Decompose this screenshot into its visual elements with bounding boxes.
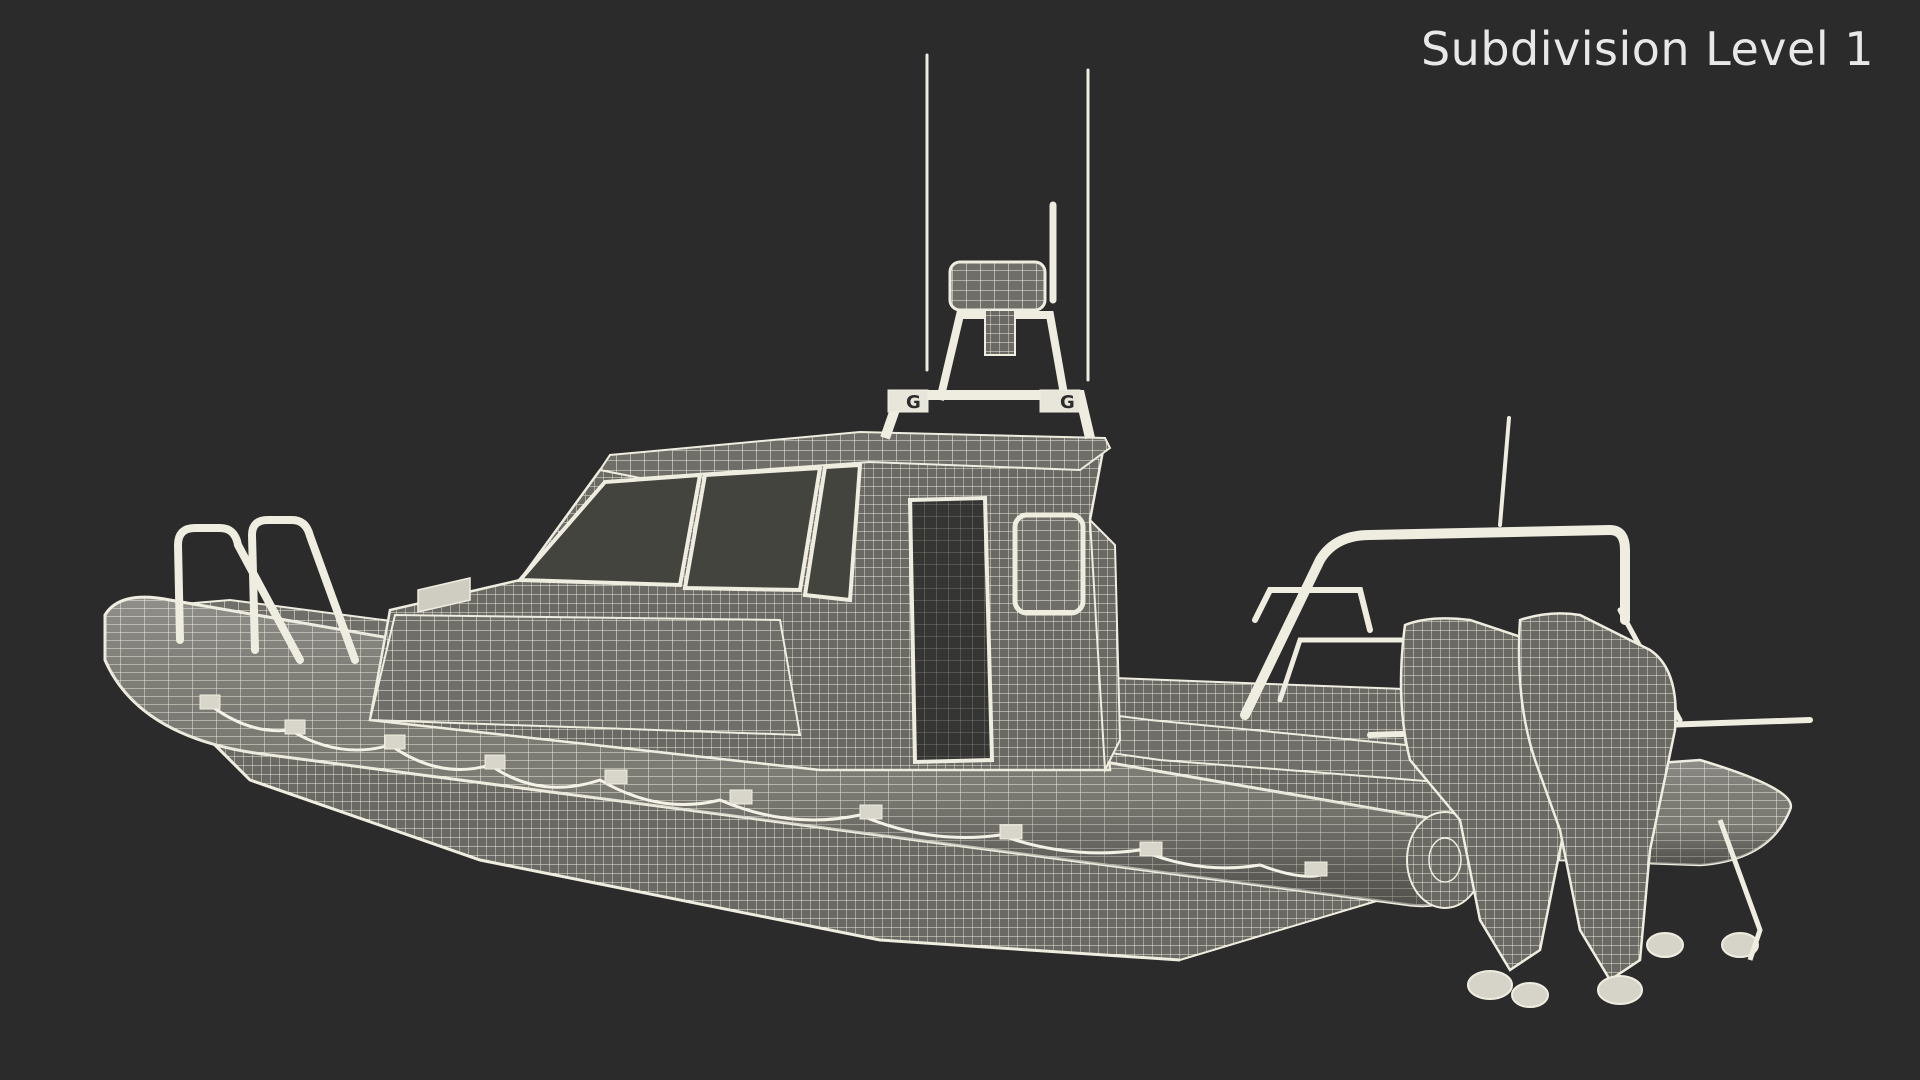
boat-wireframe-render: G G — [103, 53, 1813, 1008]
radar-arch: G G — [880, 260, 1095, 440]
logo-mark-left: G — [906, 392, 921, 413]
viewport: Subdivision Level 1 G G — [0, 0, 1920, 1080]
cabin — [368, 430, 1122, 774]
logo-mark-right: G — [1060, 392, 1075, 413]
